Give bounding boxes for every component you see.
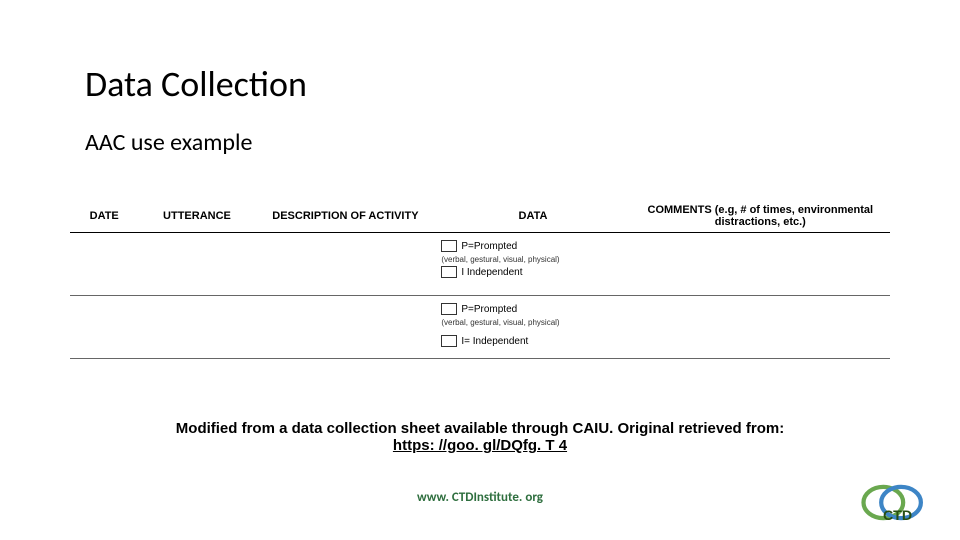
page-title: Data Collection (85, 62, 307, 106)
cell-description (256, 296, 436, 359)
source-link[interactable]: https: //goo. gl/DQfg. T 4 (393, 437, 567, 454)
cell-date (70, 296, 138, 359)
checkbox-icon (441, 335, 457, 347)
table-row: P=Prompted (verbal, gestural, visual, ph… (70, 296, 890, 359)
header-date: DATE (70, 200, 138, 233)
footer-url: www. CTDInstitute. org (0, 490, 960, 505)
source-caption: Modified from a data collection sheet av… (0, 420, 960, 454)
checkbox-icon (441, 240, 457, 252)
cell-utterance (138, 296, 255, 359)
cell-comments (631, 296, 890, 359)
independent-label: I= Independent (461, 336, 528, 347)
header-comments: COMMENTS (e.g, # of times, environmental… (631, 200, 890, 233)
checkbox-icon (441, 303, 457, 315)
data-collection-table: DATE UTTERANCE DESCRIPTION OF ACTIVITY D… (70, 200, 890, 359)
page-subtitle: AAC use example (85, 128, 252, 157)
caption-text: Modified from a data collection sheet av… (176, 420, 784, 437)
ctd-logo: CTD (855, 480, 940, 525)
cell-date (70, 233, 138, 296)
prompted-label: P=Prompted (461, 304, 517, 315)
cell-utterance (138, 233, 255, 296)
checkbox-icon (441, 266, 457, 278)
header-utterance: UTTERANCE (138, 200, 255, 233)
table-header-row: DATE UTTERANCE DESCRIPTION OF ACTIVITY D… (70, 200, 890, 233)
svg-text:CTD: CTD (883, 508, 912, 524)
slide: Data Collection AAC use example DATE UTT… (0, 0, 960, 540)
table-row: P=Prompted (verbal, gestural, visual, ph… (70, 233, 890, 296)
prompted-note: (verbal, gestural, visual, physical) (441, 318, 624, 328)
cell-data: P=Prompted (verbal, gestural, visual, ph… (435, 296, 630, 359)
cell-comments (631, 233, 890, 296)
header-data: DATA (435, 200, 630, 233)
prompted-note: (verbal, gestural, visual, physical) (441, 255, 624, 265)
header-description: DESCRIPTION OF ACTIVITY (256, 200, 436, 233)
cell-description (256, 233, 436, 296)
cell-data: P=Prompted (verbal, gestural, visual, ph… (435, 233, 630, 296)
independent-label: I Independent (461, 267, 522, 278)
prompted-label: P=Prompted (461, 241, 517, 252)
